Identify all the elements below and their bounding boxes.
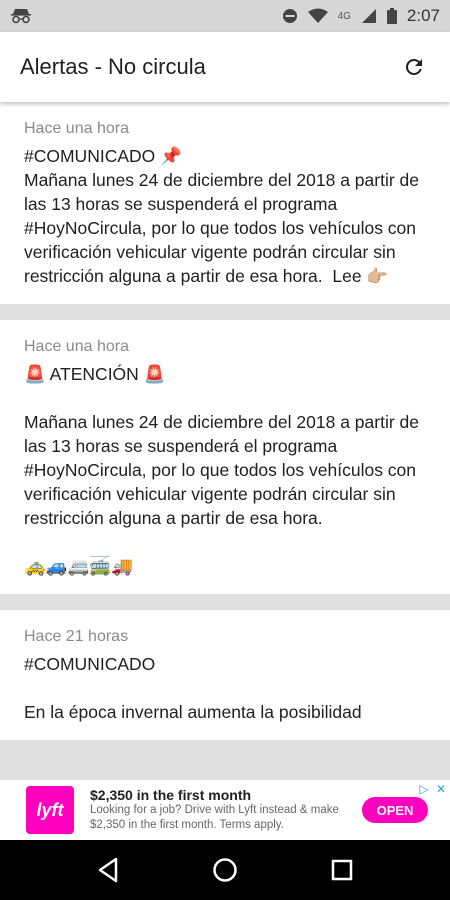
refresh-button[interactable]: [398, 51, 430, 83]
app-bar: Alertas - No circula: [0, 32, 450, 102]
ad-title: $2,350 in the first month: [90, 787, 252, 803]
status-time: 2:07: [406, 6, 440, 25]
home-icon: [213, 858, 237, 882]
alert-body: #COMUNICADO En la época invernal aumenta…: [24, 654, 362, 722]
recents-button[interactable]: [318, 846, 366, 894]
system-nav-bar: [0, 840, 450, 900]
ad-banner[interactable]: lyft $2,350 in the first month Looking f…: [0, 780, 450, 840]
alert-body: #COMUNICADO 📌 Mañana lunes 24 de diciemb…: [24, 146, 419, 286]
signal-icon: [361, 8, 377, 24]
alert-card[interactable]: Hace una hora 🚨 ATENCIÓN 🚨 Mañana lunes …: [0, 320, 450, 594]
page-title: Alertas - No circula: [20, 54, 206, 79]
lyft-logo: lyft: [26, 786, 74, 834]
ad-open-button[interactable]: OPEN: [362, 797, 428, 823]
incognito-icon: [10, 8, 32, 24]
ad-description: Looking for a job? Drive with Lyft inste…: [90, 804, 339, 831]
alert-time: Hace 21 horas: [24, 628, 129, 645]
do-not-disturb-icon: [282, 8, 298, 24]
network-type-label: 4G: [337, 10, 351, 22]
alert-card[interactable]: Hace 21 horas #COMUNICADO En la época in…: [0, 610, 450, 740]
home-button[interactable]: [201, 846, 249, 894]
alert-body: 🚨 ATENCIÓN 🚨 Mañana lunes 24 de diciembr…: [24, 364, 419, 576]
wifi-icon: [307, 8, 328, 24]
alert-card[interactable]: Hace una hora #COMUNICADO 📌 Mañana lunes…: [0, 102, 450, 304]
refresh-icon: [405, 58, 422, 75]
alert-time: Hace una hora: [24, 338, 129, 355]
alert-time: Hace una hora: [24, 120, 129, 137]
battery-icon: [386, 8, 397, 24]
back-icon: [99, 857, 118, 883]
alerts-feed[interactable]: Hace una hora #COMUNICADO 📌 Mañana lunes…: [0, 102, 450, 780]
back-button[interactable]: [84, 846, 132, 894]
status-bar: 4G 2:07: [0, 0, 450, 32]
recents-icon: [331, 859, 352, 881]
close-icon[interactable]: ✕: [434, 782, 448, 796]
ad-choices-icon[interactable]: ▷: [417, 782, 431, 796]
